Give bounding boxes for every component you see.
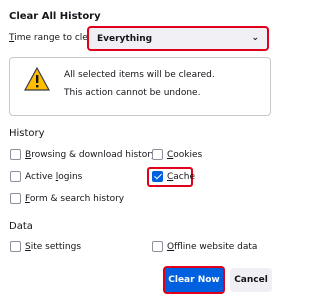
form-search-label[interactable]: Form & search history — [25, 194, 124, 204]
time-range-select[interactable]: Everything ⌄ — [87, 26, 269, 51]
warning-text-2: This action cannot be undone. — [64, 88, 201, 98]
site-settings-checkbox[interactable] — [10, 241, 21, 252]
warning-icon — [24, 66, 50, 91]
data-heading: Data — [9, 221, 33, 232]
browsing-label[interactable]: Browsing & download history — [25, 150, 156, 160]
warning-text-1: All selected items will be cleared. — [64, 70, 215, 80]
time-range-value: Everything — [97, 33, 153, 44]
cookies-label[interactable]: Cookies — [167, 150, 202, 160]
offline-data-checkbox[interactable] — [152, 241, 163, 252]
dialog-title: Clear All History — [9, 11, 101, 22]
site-settings-label[interactable]: Site settings — [25, 242, 81, 252]
active-logins-checkbox[interactable] — [10, 171, 21, 182]
chevron-down-icon: ⌄ — [251, 33, 259, 43]
form-search-checkbox[interactable] — [10, 193, 21, 204]
browsing-checkbox[interactable] — [10, 149, 21, 160]
history-heading: History — [9, 128, 45, 139]
cancel-button[interactable]: Cancel — [230, 268, 272, 292]
clear-now-button[interactable]: Clear Now — [163, 266, 225, 294]
cache-checkbox[interactable] — [152, 171, 163, 182]
cookies-checkbox[interactable] — [152, 149, 163, 160]
cache-label[interactable]: Cache — [167, 172, 195, 182]
active-logins-label[interactable]: Active logins — [25, 172, 82, 182]
offline-data-label[interactable]: Offline website data — [167, 242, 257, 252]
